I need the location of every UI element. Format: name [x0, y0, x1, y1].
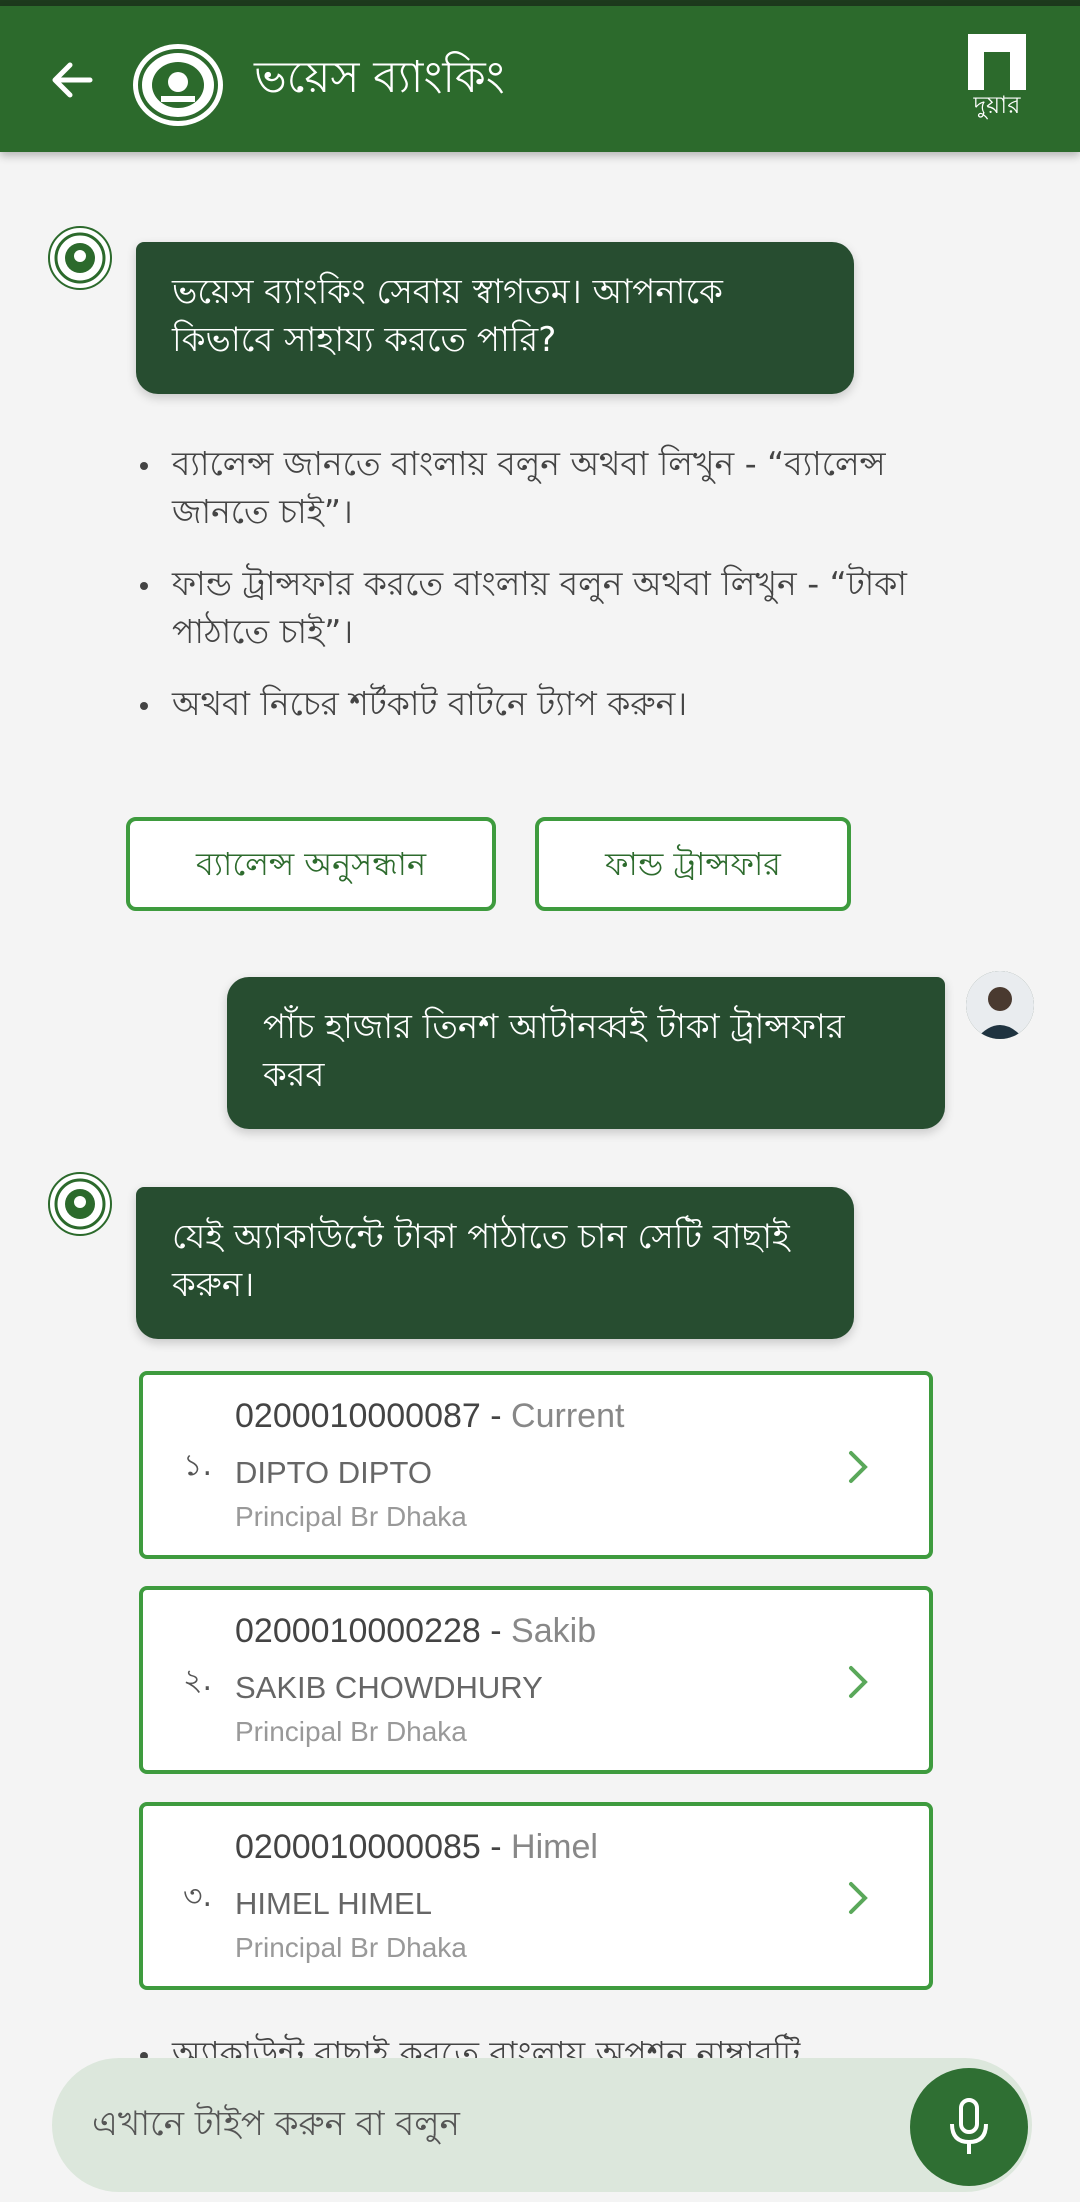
- account-index: ৩.: [183, 1879, 213, 1914]
- account-option-3[interactable]: ৩. 0200010000085 - Himel HIMEL HIMEL Pri…: [139, 1802, 933, 1990]
- user-photo-icon: [966, 971, 1034, 1039]
- account-number-line: 0200010000228 - Sakib: [235, 1612, 597, 1650]
- chevron-right-icon: [849, 1451, 868, 1483]
- chevron-right-icon: [849, 1882, 868, 1914]
- bot-select-account-bubble: যেই অ্যাকাউন্টে টাকা পাঠাতে চান সেটি বাছ…: [136, 1187, 854, 1339]
- account-nickname: Sakib: [511, 1612, 597, 1650]
- message-input[interactable]: এখানে টাইপ করুন বা বলুন: [52, 2058, 1032, 2192]
- account-holder-name: HIMEL HIMEL: [235, 1886, 432, 1921]
- account-index: ১.: [183, 1448, 213, 1483]
- back-arrow-icon[interactable]: [44, 52, 100, 108]
- bot-avatar: [48, 226, 112, 290]
- account-index: ২.: [183, 1663, 213, 1698]
- balance-inquiry-button[interactable]: ব্যালেন্স অনুসন্ধান: [126, 817, 496, 911]
- account-holder-name: SAKIB CHOWDHURY: [235, 1670, 543, 1705]
- account-option-1[interactable]: ১. 0200010000087 - Current DIPTO DIPTO P…: [139, 1371, 933, 1559]
- account-branch: Principal Br Dhaka: [235, 1501, 467, 1532]
- account-number: 0200010000228: [235, 1612, 481, 1650]
- mic-button[interactable]: [910, 2068, 1028, 2186]
- home-door-icon: [968, 34, 1026, 90]
- user-avatar: [966, 971, 1034, 1039]
- instruction-transfer: ফান্ড ট্রান্সফার করতে বাংলায় বলুন অথবা …: [136, 560, 916, 656]
- account-number: 0200010000087: [235, 1397, 481, 1435]
- home-button[interactable]: দুয়ার: [962, 34, 1032, 134]
- account-nickname: Current: [511, 1397, 625, 1435]
- account-number-line: 0200010000087 - Current: [235, 1397, 625, 1435]
- account-holder-name: DIPTO DIPTO: [235, 1455, 432, 1490]
- home-label: দুয়ার: [973, 91, 1021, 119]
- chevron-right-icon: [849, 1666, 868, 1698]
- instruction-list: ব্যালেন্স জানতে বাংলায় বলুন অথবা লিখুন …: [136, 440, 916, 752]
- bot-welcome-bubble: ভয়েস ব্যাংকিং সেবায় স্বাগতম। আপনাকে কি…: [136, 242, 854, 394]
- account-option-2[interactable]: ২. 0200010000228 - Sakib SAKIB CHOWDHURY…: [139, 1586, 933, 1774]
- app-bar: ভয়েস ব্যাংকিং দুয়ার: [0, 6, 1080, 152]
- account-number-line: 0200010000085 - Himel: [235, 1828, 598, 1866]
- fund-transfer-button[interactable]: ফান্ড ট্রান্সফার: [535, 817, 851, 911]
- account-number: 0200010000085: [235, 1828, 481, 1866]
- account-nickname: Himel: [511, 1828, 598, 1866]
- account-branch: Principal Br Dhaka: [235, 1716, 467, 1747]
- instruction-balance: ব্যালেন্স জানতে বাংলায় বলুন অথবা লিখুন …: [136, 440, 916, 536]
- user-message-bubble: পাঁচ হাজার তিনশ আটানব্বই টাকা ট্রান্সফার…: [227, 977, 945, 1129]
- bot-avatar-2: [48, 1172, 112, 1236]
- bank-logo-icon: [133, 44, 223, 126]
- account-branch: Principal Br Dhaka: [235, 1932, 467, 1963]
- input-placeholder: এখানে টাইপ করুন বা বলুন: [92, 2104, 460, 2144]
- page-title: ভয়েস ব্যাংকিং: [254, 52, 505, 103]
- microphone-icon: [950, 2098, 988, 2154]
- instruction-shortcut: অথবা নিচের শর্টকাট বাটনে ট্যাপ করুন।: [136, 680, 916, 728]
